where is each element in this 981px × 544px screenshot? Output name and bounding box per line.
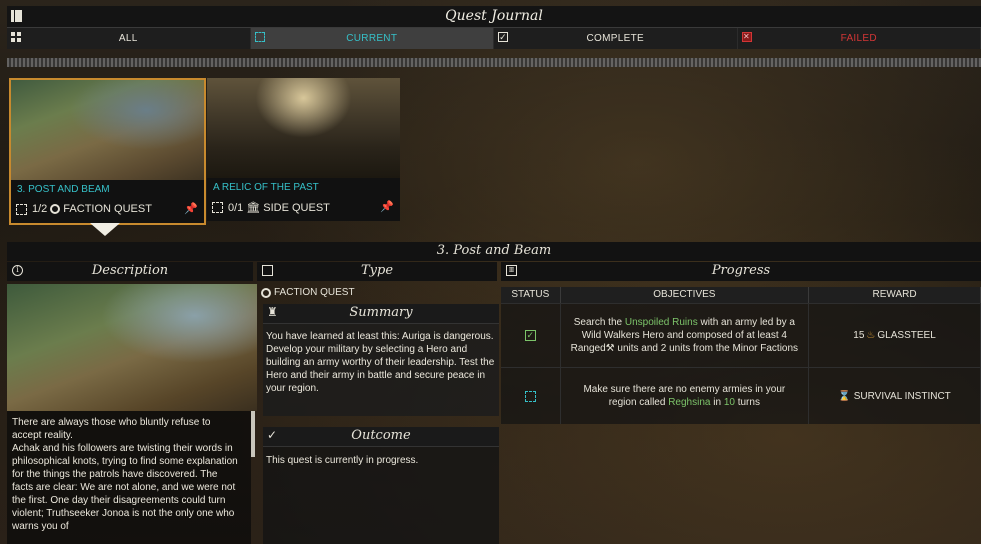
- quest-card-meta: 1/2 FACTION QUEST: [16, 203, 152, 215]
- type-heading: Type: [360, 263, 394, 278]
- status-cell: [501, 368, 561, 424]
- selection-caret-icon: [90, 223, 120, 236]
- objectives-column-header: OBJECTIVES: [561, 287, 810, 303]
- pin-icon[interactable]: 📌: [380, 200, 394, 213]
- reward-cell: 15 ♨ GLASSTEEL: [809, 304, 981, 367]
- description-header: i Description: [7, 262, 253, 281]
- quest-progress: 1/2: [32, 203, 48, 215]
- quest-type-row: FACTION QUEST: [261, 287, 355, 298]
- outcome-heading: Outcome: [351, 428, 411, 443]
- pin-icon[interactable]: 📌: [184, 202, 198, 215]
- table-row: ✓ Search the Unspoiled Ruins with an arm…: [501, 303, 981, 367]
- outcome-text: This quest is currently in progress.: [263, 447, 499, 544]
- quest-progress: 0/1: [228, 201, 244, 214]
- objective-part: Search the: [573, 317, 625, 328]
- reward-name: SURVIVAL INSTINCT: [853, 390, 951, 402]
- objective-link: Reghsina: [668, 397, 711, 408]
- quest-card-meta: 0/1 🏛 SIDE QUEST: [212, 201, 330, 214]
- tab-current-label: CURRENT: [346, 33, 398, 44]
- quest-type-label: FACTION QUEST: [274, 287, 355, 298]
- objective-text: Search the Unspoiled Ruins with an army …: [561, 316, 808, 355]
- quest-card-title: 3. POST AND BEAM: [17, 184, 110, 195]
- summary-text: You have learned at least this: Auriga i…: [263, 324, 499, 416]
- progress-table: STATUS OBJECTIVES REWARD ✓ Search the Un…: [501, 287, 981, 424]
- quest-detail-header: 3. Post and Beam: [7, 242, 981, 261]
- description-scrollbar[interactable]: [251, 411, 255, 457]
- objective-text: Make sure there are no enemy armies in y…: [561, 383, 808, 409]
- objective-part: in: [710, 397, 724, 408]
- tab-current[interactable]: CURRENT: [250, 28, 494, 49]
- status-cell: ✓: [501, 304, 561, 367]
- complete-check-icon: ✓: [524, 330, 536, 341]
- faction-quest-icon: [50, 204, 61, 214]
- dashed-box-icon: [254, 32, 265, 42]
- failed-x-icon: ✕: [741, 32, 752, 42]
- outcome-header: ✓ Outcome: [263, 427, 499, 447]
- quest-card-relic-of-the-past[interactable]: A RELIC OF THE PAST 0/1 🏛 SIDE QUEST 📌: [207, 78, 400, 221]
- progress-header: ▥ Progress: [501, 262, 981, 281]
- progress-heading: Progress: [711, 263, 771, 278]
- quest-card-image: [11, 80, 204, 180]
- tab-complete[interactable]: ✓ COMPLETE: [494, 28, 738, 49]
- objective-part: turns: [734, 397, 760, 408]
- glassteel-icon: ♨: [866, 330, 876, 341]
- reward-amount: 15: [853, 330, 865, 341]
- faction-quest-icon: [261, 287, 271, 298]
- quest-type: SIDE QUEST: [263, 201, 330, 214]
- description-paragraph: There are always those who bluntly refus…: [12, 417, 211, 441]
- progress-box-icon: [16, 203, 27, 215]
- title-bar: Quest Journal: [7, 6, 981, 28]
- quest-card-title: A RELIC OF THE PAST: [213, 182, 319, 193]
- objective-cell: Search the Unspoiled Ruins with an army …: [561, 304, 810, 367]
- objective-link: Unspoiled Ruins: [624, 317, 698, 328]
- survival-instinct-icon: ⌛: [838, 390, 851, 402]
- summary-heading: Summary: [349, 305, 413, 320]
- reward-name: GLASSTEEL: [877, 330, 936, 341]
- type-header: Type: [257, 262, 497, 281]
- checkbox-icon: ✓: [498, 32, 508, 42]
- objective-turns: 10: [723, 397, 735, 408]
- quest-card-image: [207, 78, 400, 178]
- objective-part: units and 2 units from the Minor Faction…: [614, 343, 799, 354]
- description-heading: Description: [91, 263, 169, 278]
- status-column-header: STATUS: [501, 287, 561, 303]
- in-progress-box-icon: [524, 390, 536, 402]
- summary-header: ♜ Summary: [263, 304, 499, 324]
- tab-all-label: ALL: [118, 33, 138, 44]
- objective-cell: Make sure there are no enemy armies in y…: [561, 368, 810, 424]
- tab-failed-label: FAILED: [840, 33, 877, 44]
- progress-box-icon: [212, 202, 223, 213]
- reward-cell: ⌛ SURVIVAL INSTINCT: [809, 368, 981, 424]
- grid-icon: [11, 32, 21, 42]
- quest-card-post-and-beam[interactable]: 3. POST AND BEAM 1/2 FACTION QUEST 📌: [9, 78, 206, 225]
- table-row: Make sure there are no enemy armies in y…: [501, 367, 981, 424]
- window-title: Quest Journal: [445, 8, 543, 24]
- description-text[interactable]: There are always those who bluntly refus…: [7, 411, 251, 544]
- tab-complete-label: COMPLETE: [586, 33, 644, 44]
- quest-journal-window: Quest Journal ALL CURRENT ✓ COMPLETE ✕ F…: [7, 6, 981, 544]
- side-quest-temple-icon: 🏛: [246, 202, 261, 214]
- filter-tabs: ALL CURRENT ✓ COMPLETE ✕ FAILED: [7, 28, 981, 49]
- ranged-unit-icon: ⚒: [605, 343, 615, 354]
- quest-type: FACTION QUEST: [63, 203, 152, 215]
- tab-failed[interactable]: ✕ FAILED: [737, 28, 981, 49]
- description-image: [7, 284, 257, 411]
- divider-stripe: [7, 58, 981, 67]
- progress-table-header: STATUS OBJECTIVES REWARD: [501, 287, 981, 303]
- reward-column-header: REWARD: [809, 287, 981, 303]
- tab-all[interactable]: ALL: [7, 28, 251, 49]
- description-paragraph: Achak and his followers are twisting the…: [12, 443, 238, 532]
- quest-detail-title: 3. Post and Beam: [436, 243, 552, 258]
